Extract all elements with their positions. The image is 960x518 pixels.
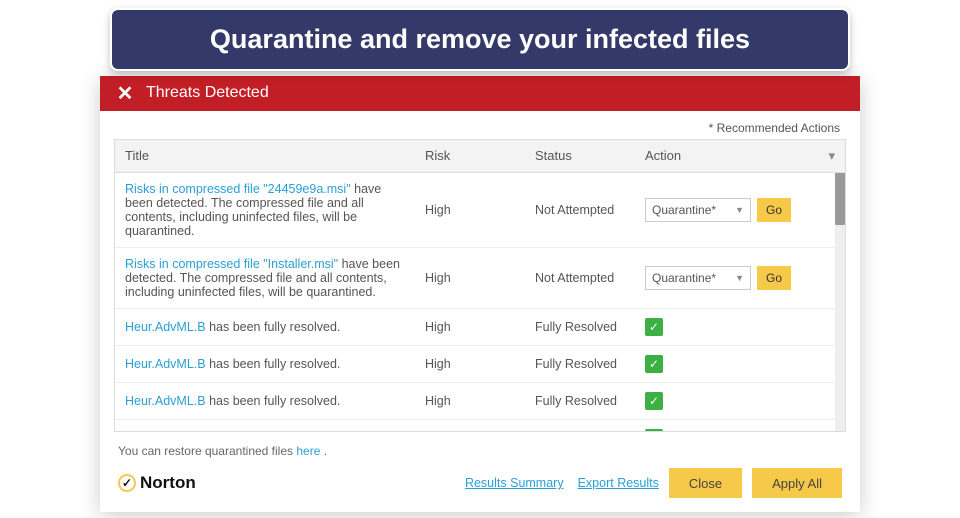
cell-action: ✓ xyxy=(635,353,813,375)
dropdown-label: Quarantine* xyxy=(652,203,716,217)
cell-status: Not Attempted xyxy=(525,269,635,287)
action-dropdown[interactable]: Quarantine* ▼ xyxy=(645,198,751,222)
cell-title: Risks in compressed file "24459e9a.msi" … xyxy=(115,180,415,240)
cell-status: Not Attempted xyxy=(525,201,635,219)
cell-action: Quarantine* ▼ Go xyxy=(635,264,813,292)
dialog-header: ✕ Threats Detected xyxy=(100,76,860,111)
table-row: Heur.AdvML.B has been fully resolved.Hig… xyxy=(115,420,835,431)
table-body: Risks in compressed file "24459e9a.msi" … xyxy=(115,173,835,431)
scrollbar-thumb[interactable] xyxy=(835,173,845,225)
logo-text: Norton xyxy=(140,473,196,493)
row-spacer xyxy=(813,276,835,280)
row-spacer xyxy=(813,362,835,366)
chevron-down-icon: ▼ xyxy=(735,205,744,215)
threat-link[interactable]: Risks in compressed file "24459e9a.msi" xyxy=(125,182,351,196)
resolved-check-icon: ✓ xyxy=(645,392,663,410)
cell-risk: High xyxy=(415,392,525,410)
chevron-down-icon: ▼ xyxy=(735,273,744,283)
col-status[interactable]: Status xyxy=(525,140,635,171)
norton-logo: ✓ Norton xyxy=(118,473,196,493)
export-results-link[interactable]: Export Results xyxy=(578,476,659,490)
go-button[interactable]: Go xyxy=(757,198,791,222)
cell-status: Fully Resolved xyxy=(525,355,635,373)
threat-link[interactable]: Heur.AdvML.B xyxy=(125,320,206,334)
col-title[interactable]: Title xyxy=(115,140,415,171)
close-button[interactable]: Close xyxy=(669,468,742,498)
restore-line: You can restore quarantined files here . xyxy=(100,432,860,462)
cell-title: Risks in compressed file "Installer.msi"… xyxy=(115,255,415,301)
restore-after: . xyxy=(320,444,327,458)
table-row: Heur.AdvML.B has been fully resolved.Hig… xyxy=(115,309,835,346)
threat-link[interactable]: Risks in compressed file "Installer.msi" xyxy=(125,257,338,271)
threat-desc: has been fully resolved. xyxy=(206,320,341,334)
cell-risk: High xyxy=(415,269,525,287)
resolved-check-icon: ✓ xyxy=(645,355,663,373)
cell-title: Heur.AdvML.B has been fully resolved. xyxy=(115,392,415,410)
go-button[interactable]: Go xyxy=(757,266,791,290)
cell-status: Fully Resolved xyxy=(525,318,635,336)
cell-title: Heur.AdvML.B has been fully resolved. xyxy=(115,355,415,373)
dialog-window: ✕ Threats Detected * Recommended Actions… xyxy=(100,76,860,512)
table-row: Risks in compressed file "Installer.msi"… xyxy=(115,248,835,309)
cell-risk: High xyxy=(415,355,525,373)
threat-link[interactable]: Heur.AdvML.B xyxy=(125,394,206,408)
cell-risk: High xyxy=(415,201,525,219)
cell-action: ✓ xyxy=(635,390,813,412)
cell-status: Fully Resolved xyxy=(525,392,635,410)
cell-risk: High xyxy=(415,429,525,431)
restore-text: You can restore quarantined files xyxy=(118,444,296,458)
col-action[interactable]: Action xyxy=(635,140,818,171)
dialog-title: Threats Detected xyxy=(146,84,269,102)
resolved-check-icon: ✓ xyxy=(645,429,663,431)
restore-link[interactable]: here xyxy=(296,444,320,458)
cell-action: ✓ xyxy=(635,427,813,431)
cell-title: Heur.AdvML.B has been fully resolved. xyxy=(115,318,415,336)
action-dropdown[interactable]: Quarantine* ▼ xyxy=(645,266,751,290)
row-spacer xyxy=(813,208,835,212)
cell-title: Heur.AdvML.B has been fully resolved. xyxy=(115,429,415,431)
table-row: Heur.AdvML.B has been fully resolved.Hig… xyxy=(115,383,835,420)
table-row: Risks in compressed file "24459e9a.msi" … xyxy=(115,173,835,248)
threats-table: Title Risk Status Action ▾ Risks in comp… xyxy=(114,139,846,432)
col-menu-caret[interactable]: ▾ xyxy=(818,140,845,172)
scrollbar-track[interactable] xyxy=(835,173,845,431)
row-spacer xyxy=(813,399,835,403)
footer-links: Results Summary Export Results xyxy=(465,476,659,490)
table-header: Title Risk Status Action ▾ xyxy=(115,140,845,173)
threat-desc: has been fully resolved. xyxy=(206,357,341,371)
row-spacer xyxy=(813,325,835,329)
footer: ✓ Norton Results Summary Export Results … xyxy=(100,462,860,512)
recommended-note: * Recommended Actions xyxy=(100,111,860,139)
col-risk[interactable]: Risk xyxy=(415,140,525,171)
cell-status: Fully Resolved xyxy=(525,429,635,431)
threat-x-icon: ✕ xyxy=(114,82,136,104)
table-row: Heur.AdvML.B has been fully resolved.Hig… xyxy=(115,346,835,383)
results-summary-link[interactable]: Results Summary xyxy=(465,476,564,490)
caption-banner: Quarantine and remove your infected file… xyxy=(110,8,850,71)
dropdown-label: Quarantine* xyxy=(652,271,716,285)
cell-risk: High xyxy=(415,318,525,336)
threat-link[interactable]: Heur.AdvML.B xyxy=(125,357,206,371)
cell-action: Quarantine* ▼ Go xyxy=(635,196,813,224)
cell-action: ✓ xyxy=(635,316,813,338)
norton-check-icon: ✓ xyxy=(118,474,136,492)
resolved-check-icon: ✓ xyxy=(645,318,663,336)
threat-desc: has been fully resolved. xyxy=(206,394,341,408)
apply-all-button[interactable]: Apply All xyxy=(752,468,842,498)
